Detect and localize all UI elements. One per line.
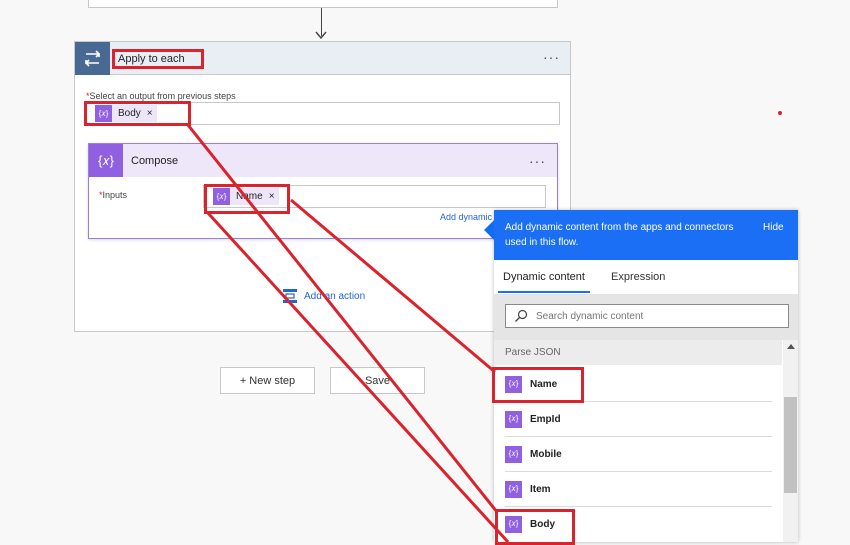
previous-step-card[interactable] <box>88 0 558 8</box>
dynamic-item-empid[interactable]: {𝑥} EmpId <box>494 402 782 436</box>
cursor-dot <box>778 111 782 115</box>
section-label: Parse JSON <box>505 347 561 358</box>
expression-icon: {𝑥} <box>505 445 522 463</box>
dynamic-item-item[interactable]: {𝑥} Item <box>494 472 782 506</box>
loop-icon <box>75 42 110 75</box>
tab-expression[interactable]: Expression <box>611 271 665 283</box>
scrollbar-thumb[interactable] <box>784 397 797 493</box>
dynamic-item-mobile[interactable]: {𝑥} Mobile <box>494 437 782 471</box>
highlight-box <box>84 101 191 126</box>
add-action-icon <box>283 289 297 303</box>
compose-more-icon[interactable]: ··· <box>529 154 546 168</box>
expression-icon: {𝑥} <box>505 480 522 498</box>
apply-to-each-title[interactable]: Apply to each <box>112 49 204 69</box>
compose-title[interactable]: Compose <box>131 155 178 167</box>
scroll-up-icon[interactable] <box>787 344 795 349</box>
highlight-box <box>204 184 290 214</box>
highlight-box <box>492 367 584 403</box>
expression-icon: {𝑥} <box>505 410 522 428</box>
tab-dynamic-content[interactable]: Dynamic content <box>503 271 585 283</box>
output-field-label-text: Select an output from previous steps <box>89 91 236 101</box>
save-button[interactable]: Save <box>330 367 425 394</box>
dynamic-item-label: Item <box>530 483 551 495</box>
inputs-label-text: Inputs <box>102 190 128 200</box>
compose-icon: {𝑥} <box>89 144 123 177</box>
new-step-button[interactable]: + New step <box>220 367 315 394</box>
arrow-down-icon <box>315 31 327 40</box>
search-input[interactable] <box>536 310 776 322</box>
highlight-box <box>495 509 575 545</box>
dynamic-item-label: Mobile <box>530 448 562 460</box>
search-box[interactable] <box>505 304 789 328</box>
search-icon <box>515 309 528 322</box>
add-action-button[interactable]: Add an action <box>282 288 365 304</box>
hide-button[interactable]: Hide <box>763 222 784 233</box>
add-action-label: Add an action <box>304 290 366 302</box>
active-tab-indicator <box>498 291 590 293</box>
output-field-label: *Select an output from previous steps <box>86 91 236 101</box>
dynamic-panel-header-text: Add dynamic content from the apps and co… <box>505 222 734 248</box>
apply-to-each-more-icon[interactable]: ··· <box>543 50 560 64</box>
inputs-label: *Inputs <box>99 190 127 200</box>
add-dynamic-content-link[interactable]: Add dynamic content <box>440 212 492 222</box>
dynamic-item-label: EmpId <box>530 413 561 425</box>
